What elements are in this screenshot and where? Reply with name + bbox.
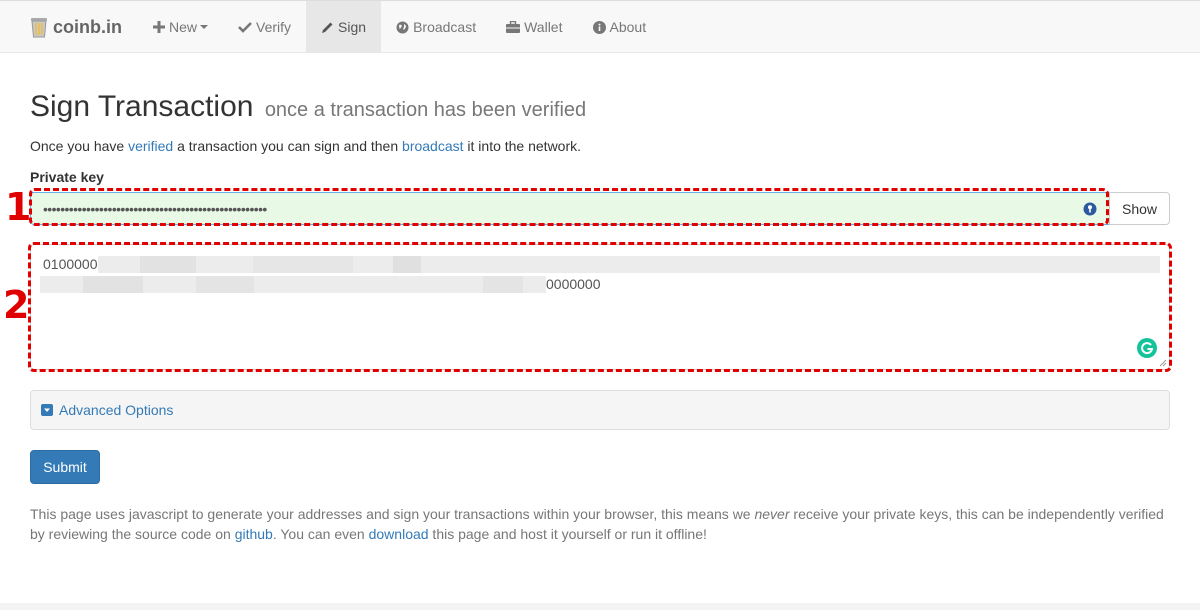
top-navbar: coinb.in New Verify Sign Broadcast Walle… bbox=[0, 0, 1200, 53]
nav-broadcast-label: Broadcast bbox=[413, 19, 477, 35]
page-title: Sign Transaction once a transaction has … bbox=[30, 90, 586, 124]
page-title-text: Sign Transaction bbox=[30, 90, 254, 123]
plus-icon bbox=[153, 21, 165, 33]
brand-name: coinb.in bbox=[53, 16, 122, 37]
nav-about-label: About bbox=[609, 19, 647, 35]
private-key-input[interactable]: ••••••••••••••••••••••••••••••••••••••••… bbox=[30, 192, 1109, 225]
collapse-down-icon bbox=[41, 404, 53, 416]
brand[interactable]: coinb.in bbox=[0, 1, 138, 53]
redacted-block bbox=[393, 256, 421, 273]
transaction-line-2: 0000000 bbox=[40, 274, 1157, 294]
private-key-label: Private key bbox=[30, 169, 104, 185]
nav-wallet-label: Wallet bbox=[524, 19, 563, 35]
github-link[interactable]: github bbox=[235, 526, 273, 542]
grammarly-icon[interactable] bbox=[1137, 338, 1157, 358]
footer-part4: this page and host it yourself or run it… bbox=[428, 526, 707, 542]
intro-part1: Once you have bbox=[30, 138, 129, 154]
resize-grip-icon[interactable] bbox=[1159, 359, 1167, 367]
key-icon[interactable] bbox=[1083, 202, 1097, 219]
check-icon bbox=[238, 21, 252, 33]
private-key-masked-value: ••••••••••••••••••••••••••••••••••••••••… bbox=[43, 200, 267, 217]
redacted-block bbox=[483, 276, 523, 293]
nav-about[interactable]: About bbox=[578, 1, 662, 53]
broadcast-link[interactable]: broadcast bbox=[402, 138, 463, 154]
footer-part1: This page uses javascript to generate yo… bbox=[30, 506, 755, 522]
advanced-options-panel[interactable]: Advanced Options bbox=[30, 390, 1170, 430]
nav-verify[interactable]: Verify bbox=[223, 1, 306, 53]
redacted-block bbox=[140, 256, 196, 273]
globe-icon bbox=[396, 21, 409, 34]
redacted-block bbox=[253, 256, 353, 273]
private-key-group: ••••••••••••••••••••••••••••••••••••••••… bbox=[30, 192, 1170, 225]
footer-part3: . You can even bbox=[272, 526, 369, 542]
transaction-line-2-text: 0000000 bbox=[546, 276, 601, 292]
transaction-line-1-text: 0100000 bbox=[43, 256, 98, 272]
show-key-button[interactable]: Show bbox=[1109, 192, 1170, 225]
nav-new-label: New bbox=[169, 19, 198, 35]
info-icon bbox=[592, 20, 606, 34]
annotation-number-2: 2 bbox=[3, 283, 30, 327]
bottom-strip bbox=[0, 603, 1200, 610]
nav-wallet[interactable]: Wallet bbox=[491, 1, 577, 53]
pencil-icon bbox=[321, 21, 334, 34]
submit-button[interactable]: Submit bbox=[30, 450, 100, 484]
intro-part2: a transaction you can sign and then bbox=[173, 138, 403, 154]
nav-broadcast[interactable]: Broadcast bbox=[381, 1, 491, 53]
nav-sign[interactable]: Sign bbox=[306, 1, 382, 53]
download-link[interactable]: download bbox=[369, 526, 429, 542]
nav-sign-label: Sign bbox=[338, 19, 367, 35]
nav-verify-label: Verify bbox=[256, 19, 292, 35]
annotation-number-1: 1 bbox=[5, 185, 32, 229]
transaction-textarea[interactable]: 0100000 0000000 bbox=[30, 244, 1170, 370]
intro-part3: it into the network. bbox=[463, 138, 582, 154]
page-subtitle: once a transaction has been verified bbox=[264, 99, 587, 121]
briefcase-icon bbox=[506, 21, 521, 33]
advanced-options-link[interactable]: Advanced Options bbox=[59, 402, 173, 418]
footer-never: never bbox=[754, 506, 790, 522]
redacted-block bbox=[83, 276, 143, 293]
redacted-block bbox=[196, 276, 254, 293]
transaction-line-1: 0100000 bbox=[43, 254, 1160, 274]
footer-disclaimer: This page uses javascript to generate yo… bbox=[30, 504, 1170, 544]
caret-down-icon bbox=[200, 25, 209, 29]
bin-icon bbox=[31, 18, 47, 38]
intro-text: Once you have verified a transaction you… bbox=[30, 138, 581, 154]
nav-new[interactable]: New bbox=[138, 1, 223, 53]
verified-link[interactable]: verified bbox=[128, 138, 173, 154]
